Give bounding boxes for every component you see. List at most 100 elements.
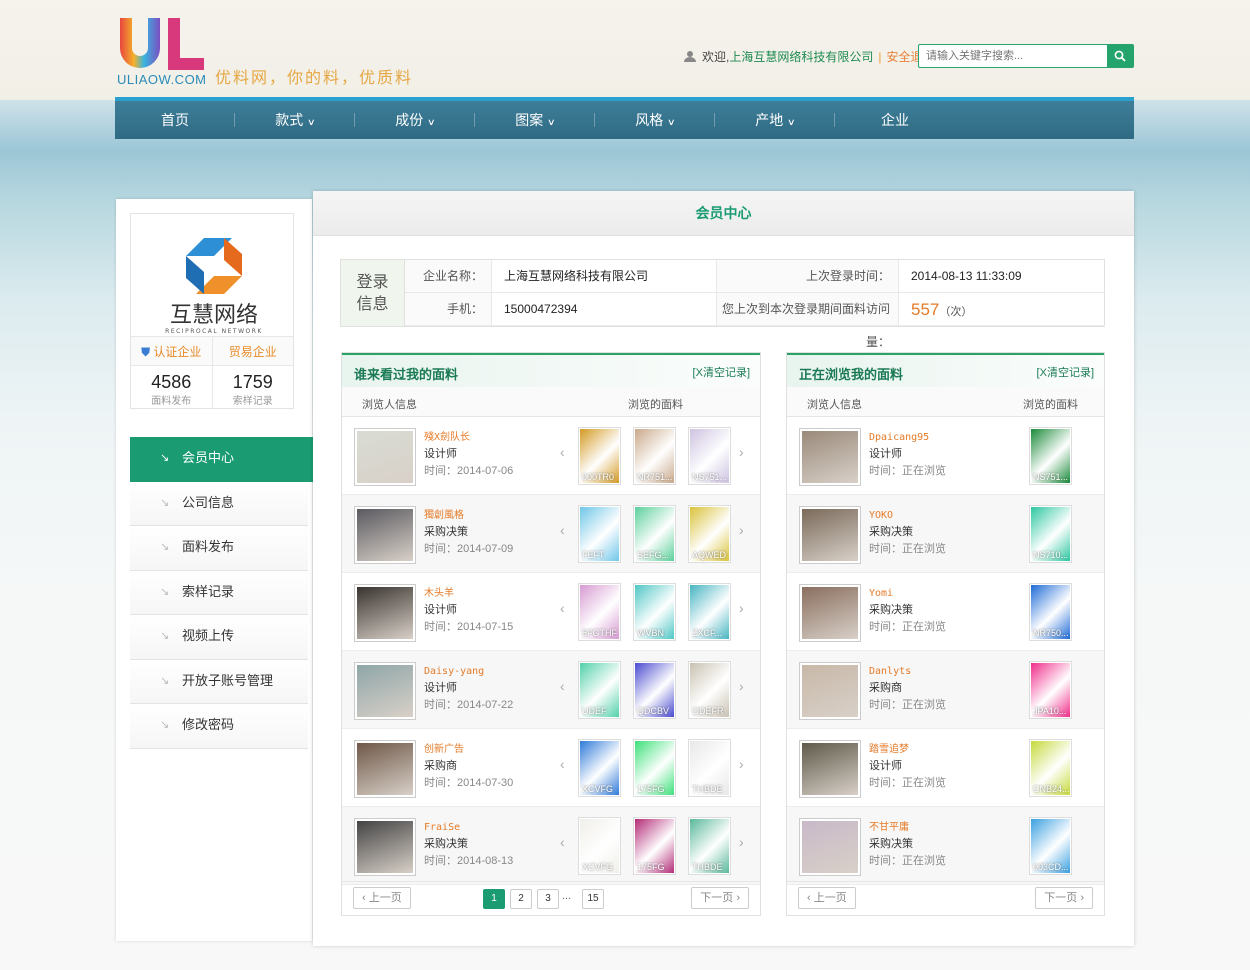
view-time: 时间：正在浏览: [869, 621, 946, 633]
viewer-name[interactable]: 獨創風格: [424, 507, 513, 524]
fabric-swatch[interactable]: 003CD...: [1029, 817, 1072, 875]
chevron-left-icon[interactable]: ‹: [560, 756, 565, 772]
sidebar-item-2[interactable]: ↘ 面料发布: [130, 526, 308, 571]
fabric-swatch[interactable]: NS751...: [1029, 427, 1072, 485]
next-page-button[interactable]: 下一页 ›: [691, 887, 749, 909]
viewer-name[interactable]: 创新广告: [424, 741, 513, 758]
prev-page-button[interactable]: ‹ 上一页: [353, 887, 411, 909]
fabric-swatch[interactable]: NS751...: [688, 427, 731, 485]
welcome-text: 欢迎,: [702, 50, 730, 64]
sidebar-item-4[interactable]: ↘ 视频上传: [130, 615, 308, 660]
viewer-name[interactable]: 木头羊: [424, 585, 513, 602]
stat-published-value: 4586: [151, 372, 192, 392]
nav-item-label: 首页: [161, 112, 189, 128]
fabric-swatch[interactable]: THBDE: [688, 739, 731, 797]
chevron-right-icon[interactable]: ›: [739, 444, 744, 460]
fabric-swatch[interactable]: ODEFR: [688, 661, 731, 719]
sidebar-item-0[interactable]: ↘ 会员中心: [130, 437, 324, 482]
avatar[interactable]: [799, 506, 861, 564]
fabric-swatch[interactable]: 175FG: [633, 739, 676, 797]
fabric-swatch[interactable]: THBDE: [688, 817, 731, 875]
viewer-name[interactable]: 踏雪追梦: [869, 741, 946, 758]
view-time: 时间：正在浏览: [869, 855, 946, 867]
nav-item-2[interactable]: 成份 ∨: [355, 101, 475, 139]
viewer-name[interactable]: Dpaicang95: [869, 429, 946, 446]
chevron-left-icon[interactable]: ‹: [560, 522, 565, 538]
stat-samples[interactable]: 1759 索样记录: [213, 366, 294, 408]
avatar[interactable]: [354, 506, 416, 564]
fabric-swatch[interactable]: 000TR0: [578, 427, 621, 485]
fabric-swatch[interactable]: QDCBV: [633, 661, 676, 719]
fabric-swatch[interactable]: NR750...: [1029, 583, 1072, 641]
stat-published[interactable]: 4586 面料发布: [131, 366, 213, 408]
arrow-icon: ↘: [160, 674, 170, 687]
viewer-role: 采购决策: [869, 604, 913, 616]
sidebar-item-1[interactable]: ↘ 公司信息: [130, 481, 308, 526]
chevron-left-icon[interactable]: ‹: [560, 600, 565, 616]
nav-item-6[interactable]: 企业: [835, 101, 955, 139]
avatar[interactable]: [354, 584, 416, 642]
page-3[interactable]: 3: [537, 889, 559, 909]
chevron-right-icon[interactable]: ›: [739, 834, 744, 850]
nav-item-3[interactable]: 图案 ∨: [475, 101, 595, 139]
sidebar-item-6[interactable]: ↘ 修改密码: [130, 704, 308, 749]
avatar[interactable]: [354, 818, 416, 876]
chevron-right-icon[interactable]: ›: [739, 600, 744, 616]
chevron-right-icon[interactable]: ›: [739, 756, 744, 772]
sidebar-item-5[interactable]: ↘ 开放子账号管理: [130, 659, 308, 704]
fabric-swatch[interactable]: AQWED: [688, 505, 731, 563]
fabric-swatch[interactable]: WVBN: [633, 583, 676, 641]
avatar[interactable]: [799, 428, 861, 486]
avatar[interactable]: [799, 818, 861, 876]
clear-records-link[interactable]: [X清空记录]: [1037, 364, 1094, 380]
viewer-name[interactable]: Daisy-yang: [424, 663, 513, 680]
fabric-swatch[interactable]: 5FGTHF: [578, 583, 621, 641]
viewer-name[interactable]: 不甘平庸: [869, 819, 946, 836]
fabric-swatch[interactable]: NR751...: [633, 427, 676, 485]
viewer-name[interactable]: Yomi: [869, 585, 946, 602]
chevron-left-icon[interactable]: ‹: [560, 678, 565, 694]
next-page-button[interactable]: 下一页 ›: [1035, 887, 1093, 909]
fabric-swatch[interactable]: JPA10...: [1029, 661, 1072, 719]
fabric-swatch[interactable]: UDEF: [578, 661, 621, 719]
avatar[interactable]: [799, 584, 861, 642]
avatar[interactable]: [799, 662, 861, 720]
page-1[interactable]: 1: [483, 889, 505, 909]
site-logo[interactable]: [116, 14, 208, 74]
fabric-swatch[interactable]: XCVFG: [578, 817, 621, 875]
fabric-swatch[interactable]: FEFT: [578, 505, 621, 563]
search-button[interactable]: [1107, 45, 1133, 67]
sidebar-item-3[interactable]: ↘ 索样记录: [130, 570, 308, 615]
nav-item-1[interactable]: 款式 ∨: [235, 101, 355, 139]
page-2[interactable]: 2: [510, 889, 532, 909]
page-15[interactable]: 15: [582, 889, 604, 909]
fabric-swatch[interactable]: SEFG...: [633, 505, 676, 563]
chevron-right-icon[interactable]: ›: [739, 678, 744, 694]
viewer-name[interactable]: 殘X劍队长: [424, 429, 513, 446]
viewer-name[interactable]: YOKO: [869, 507, 946, 524]
fabric-swatch[interactable]: XCVFG: [578, 739, 621, 797]
viewer-name[interactable]: Danlyts: [869, 663, 946, 680]
nav-item-5[interactable]: 产地 ∨: [715, 101, 835, 139]
nav-item-4[interactable]: 风格 ∨: [595, 101, 715, 139]
viewer-name[interactable]: FraiSe: [424, 819, 513, 836]
clear-records-link[interactable]: [X清空记录]: [693, 364, 750, 380]
prev-page-button[interactable]: ‹ 上一页: [798, 887, 856, 909]
last-login-label: 上次登录时间：: [717, 260, 899, 292]
avatar[interactable]: [354, 662, 416, 720]
fabric-code: ZXCF...: [692, 628, 723, 638]
avatar[interactable]: [354, 428, 416, 486]
fabric-swatch[interactable]: NS710...: [1029, 505, 1072, 563]
fabric-swatch[interactable]: 175FG: [633, 817, 676, 875]
nav-item-0[interactable]: 首页: [115, 101, 235, 139]
fabric-swatch[interactable]: ZXCF...: [688, 583, 731, 641]
search-input[interactable]: [919, 45, 1107, 67]
fabric-swatch[interactable]: CNB24...: [1029, 739, 1072, 797]
avatar[interactable]: [354, 740, 416, 798]
nav-item-label: 款式: [275, 112, 304, 128]
chevron-left-icon[interactable]: ‹: [560, 834, 565, 850]
chevron-right-icon[interactable]: ›: [739, 522, 744, 538]
chevron-left-icon[interactable]: ‹: [560, 444, 565, 460]
avatar[interactable]: [799, 740, 861, 798]
user-company-link[interactable]: 上海互慧网络科技有限公司: [729, 50, 873, 64]
